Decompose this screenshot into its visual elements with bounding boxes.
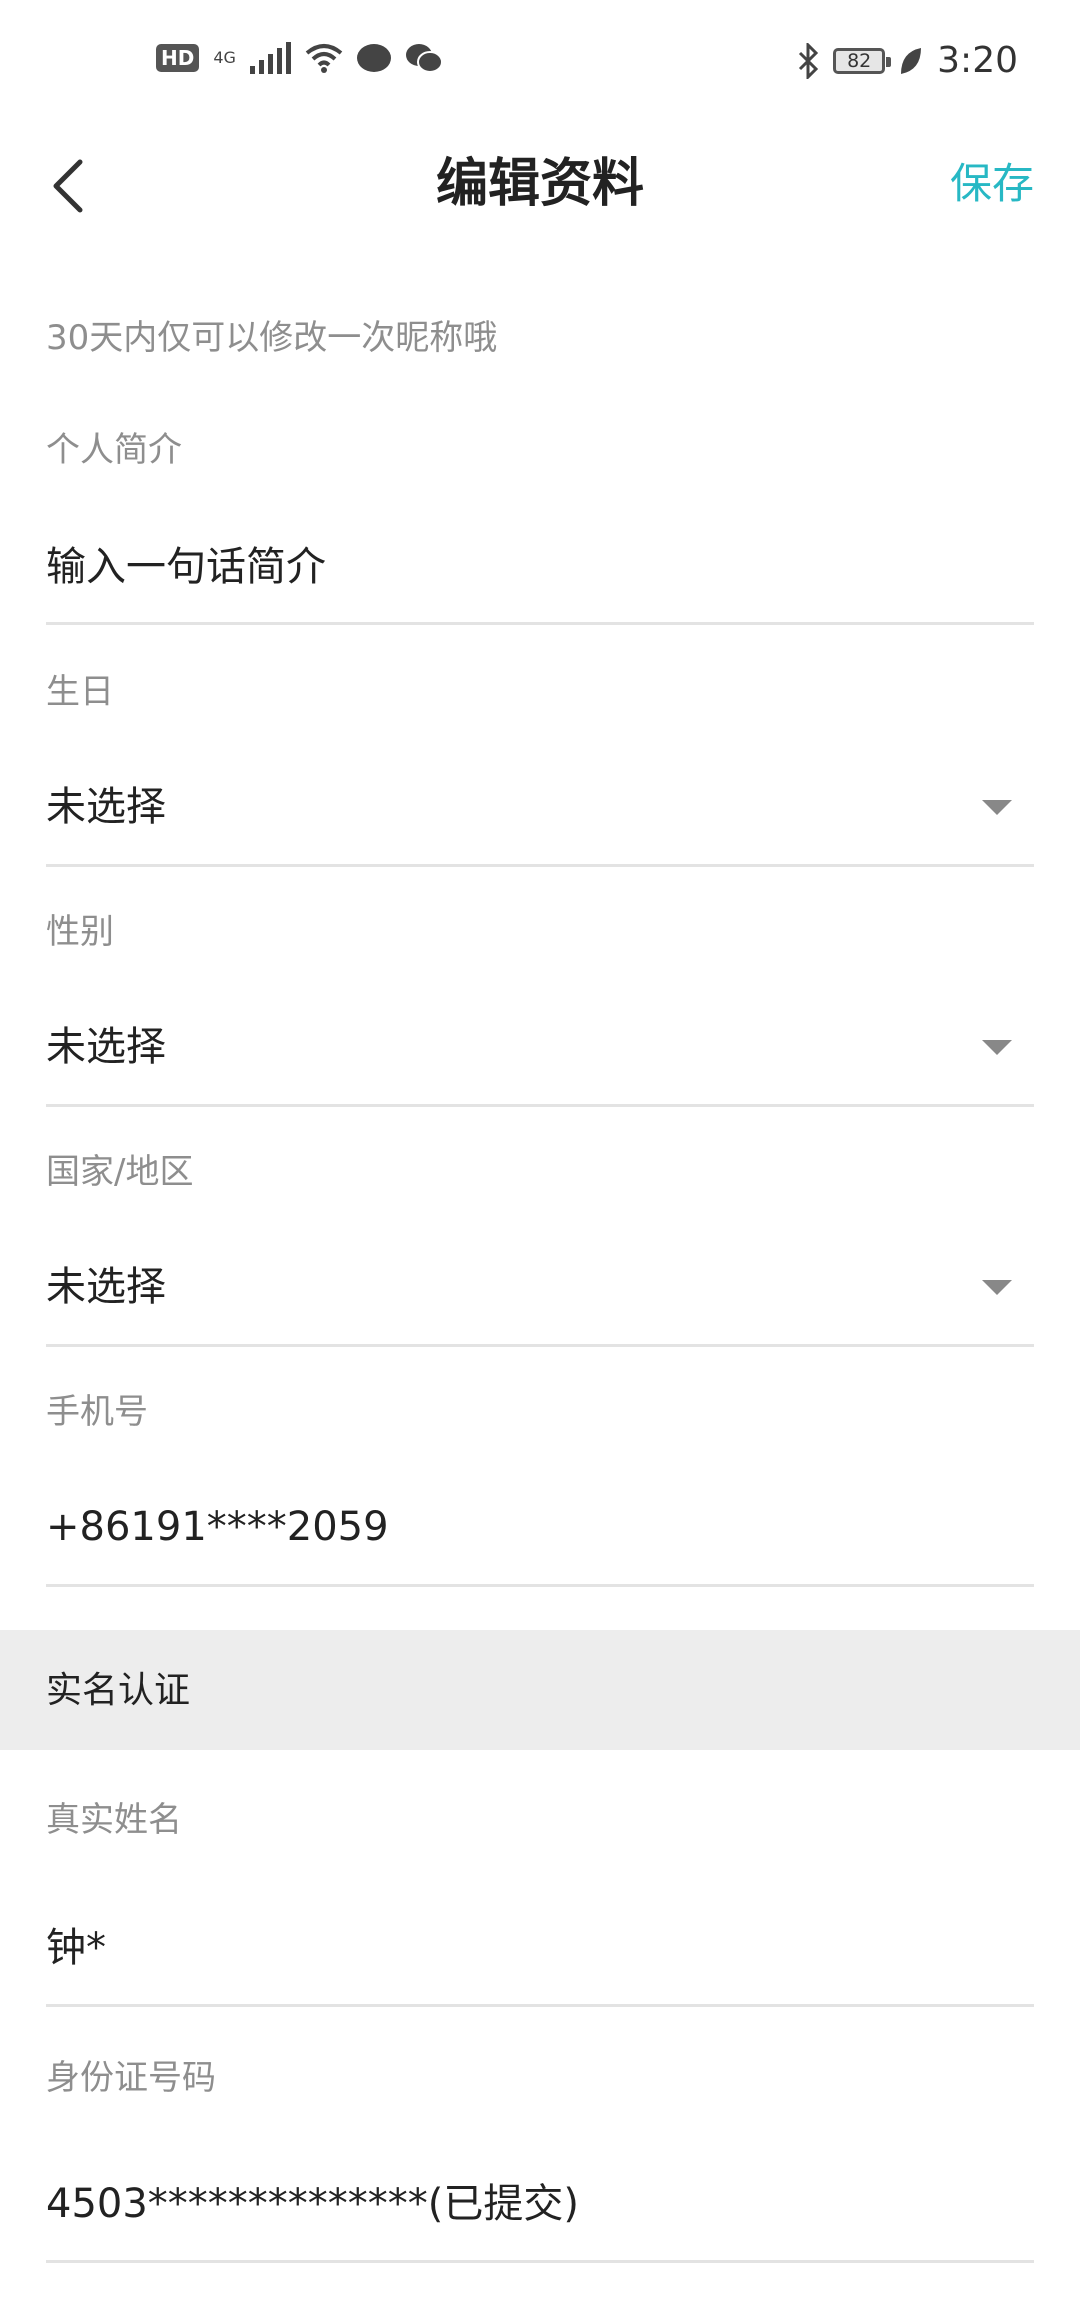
divider xyxy=(46,864,1034,867)
id-number-field: 身份证号码 4503**************(已提交) xyxy=(46,2058,1034,2268)
id-number-value: 4503**************(已提交) xyxy=(46,2181,580,2227)
divider xyxy=(46,2004,1034,2007)
birthday-field[interactable]: 生日 未选择 xyxy=(46,672,1034,867)
birthday-label: 生日 xyxy=(46,672,114,712)
status-right: 82 3:20 xyxy=(797,40,1018,81)
page-title: 编辑资料 xyxy=(435,154,644,214)
status-left: HD 4G xyxy=(156,42,443,74)
verification-title: 实名认证 xyxy=(46,1670,191,1711)
region-field[interactable]: 国家/地区 未选择 xyxy=(46,1152,1034,1347)
bio-label: 个人简介 xyxy=(46,430,182,470)
phone-label: 手机号 xyxy=(46,1392,148,1432)
phone-field: 手机号 +86191****2059 xyxy=(46,1392,1034,1587)
nav-bar: 编辑资料 保存 xyxy=(0,124,1080,248)
birthday-select[interactable]: 未选择 xyxy=(46,782,166,832)
nickname-hint: 30天内仅可以修改一次昵称哦 xyxy=(46,318,498,358)
bio-input[interactable]: 输入一句话简介 xyxy=(46,542,326,592)
dropdown-caret-icon[interactable] xyxy=(982,1280,1012,1295)
save-button[interactable]: 保存 xyxy=(950,144,1034,224)
real-name-label: 真实姓名 xyxy=(46,1800,182,1840)
network-label: 4G xyxy=(213,48,236,67)
real-name-field: 真实姓名 钟* xyxy=(46,1800,1034,2010)
region-label: 国家/地区 xyxy=(46,1152,194,1192)
id-number-label: 身份证号码 xyxy=(46,2058,216,2098)
divider xyxy=(46,622,1034,625)
gender-field[interactable]: 性别 未选择 xyxy=(46,912,1034,1107)
leaf-icon xyxy=(901,47,922,74)
region-select[interactable]: 未选择 xyxy=(46,1262,166,1312)
wifi-icon xyxy=(305,44,343,73)
message-icon xyxy=(356,44,391,72)
dropdown-caret-icon[interactable] xyxy=(982,1040,1012,1055)
divider xyxy=(46,1344,1034,1347)
verification-section-header: 实名认证 xyxy=(0,1630,1080,1750)
bio-field: 个人简介 输入一句话简介 xyxy=(46,430,1034,625)
signal-icon xyxy=(249,42,291,74)
divider xyxy=(46,2260,1034,2263)
bluetooth-icon xyxy=(799,42,819,79)
status-time: 3:20 xyxy=(937,40,1018,81)
divider xyxy=(46,1584,1034,1587)
status-bar: HD 4G 82 3:20 xyxy=(0,0,1080,124)
gender-select[interactable]: 未选择 xyxy=(46,1022,166,1072)
gender-label: 性别 xyxy=(46,912,114,952)
dropdown-caret-icon[interactable] xyxy=(982,800,1012,815)
battery-level: 82 xyxy=(847,49,872,72)
hd-badge: HD xyxy=(156,44,200,72)
wechat-icon xyxy=(405,44,443,73)
phone-value: +86191****2059 xyxy=(46,1504,389,1550)
divider xyxy=(46,1104,1034,1107)
real-name-value: 钟* xyxy=(46,1925,106,1971)
battery-icon: 82 xyxy=(833,47,892,74)
